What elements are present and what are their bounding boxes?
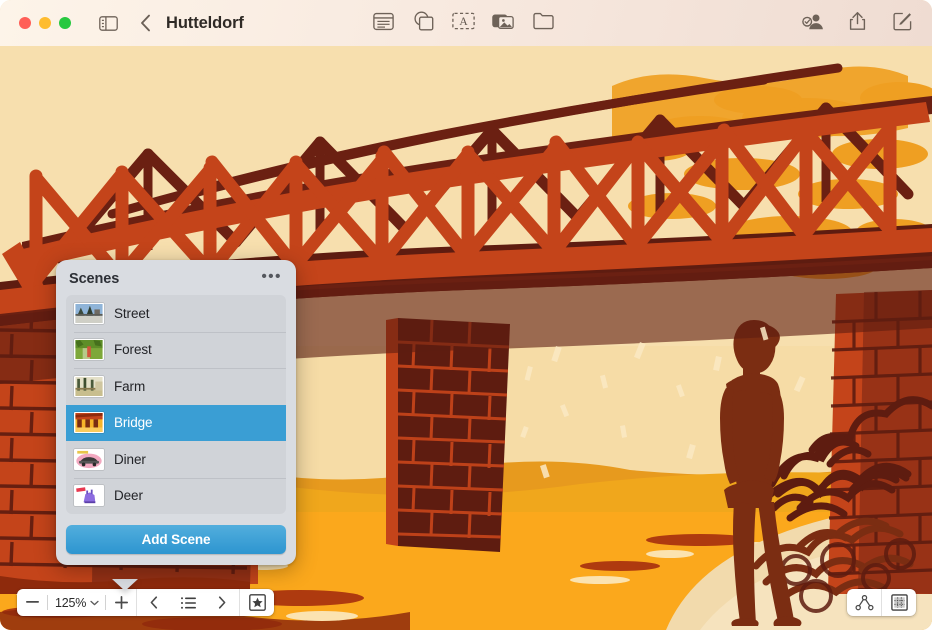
scene-row-diner[interactable]: Diner (66, 441, 286, 478)
zoom-button[interactable] (59, 17, 71, 29)
media-icon[interactable] (490, 8, 516, 34)
close-button[interactable] (19, 17, 31, 29)
bottom-left-toolbar: 125% (17, 589, 274, 616)
scene-label: Deer (114, 488, 143, 503)
collaborate-icon[interactable] (799, 8, 825, 34)
compose-icon[interactable] (889, 8, 915, 34)
more-options-icon[interactable]: ••• (261, 273, 282, 286)
popover-arrow (112, 579, 138, 591)
text-box-icon[interactable] (370, 8, 396, 34)
next-scene-button[interactable] (205, 589, 239, 616)
scene-label: Bridge (114, 415, 152, 430)
minimize-button[interactable] (39, 17, 51, 29)
scenes-list[interactable]: Street Forest Farm Bridge (66, 295, 286, 514)
previous-scene-button[interactable] (137, 589, 171, 616)
scene-row-forest[interactable]: Forest (66, 332, 286, 369)
scene-row-farm[interactable]: Farm (66, 368, 286, 405)
scene-thumbnail-bridge (74, 412, 104, 433)
add-scene-button[interactable]: Add Scene (66, 525, 286, 554)
document-title: Hutteldorf (166, 14, 244, 33)
text-field-icon[interactable]: A (450, 8, 476, 34)
share-icon[interactable] (844, 8, 870, 34)
zoom-value: 125% (48, 596, 90, 610)
scene-thumbnail-farm (74, 376, 104, 397)
star-box-icon[interactable] (240, 589, 274, 616)
sidebar-icon[interactable] (95, 10, 121, 36)
scene-label: Forest (114, 342, 152, 357)
scene-label: Diner (114, 452, 146, 467)
scene-thumbnail-diner (74, 449, 104, 470)
zoom-out-button[interactable] (17, 589, 47, 616)
scene-row-deer[interactable]: Deer (66, 478, 286, 515)
folder-icon[interactable] (530, 8, 556, 34)
zoom-level-menu[interactable]: 125% (48, 589, 105, 616)
list-icon[interactable] (171, 589, 205, 616)
scene-label: Street (114, 306, 149, 321)
scene-row-bridge[interactable]: Bridge (66, 405, 286, 442)
chevron-down-icon (90, 600, 99, 606)
scene-thumbnail-deer (74, 485, 104, 506)
shapes-icon[interactable] (410, 8, 436, 34)
traffic-lights (19, 17, 71, 29)
format-inspector-icon[interactable] (882, 589, 916, 616)
scene-thumbnail-street (74, 303, 104, 324)
bottom-right-toolbar (847, 589, 916, 616)
center-toolbar: A (370, 8, 556, 34)
title-bar: Hutteldorf (0, 0, 932, 46)
svg-text:A: A (459, 16, 468, 28)
scene-row-street[interactable]: Street (66, 295, 286, 332)
right-toolbar (799, 8, 915, 34)
scenes-popover: Scenes ••• Street Forest Farm (56, 260, 296, 565)
popover-title: Scenes (69, 271, 119, 287)
connections-icon[interactable] (847, 589, 881, 616)
popover-header: Scenes ••• (66, 270, 286, 295)
back-chevron-icon[interactable] (132, 10, 158, 36)
scene-thumbnail-forest (74, 339, 104, 360)
scene-label: Farm (114, 379, 145, 394)
app-window: Hutteldorf (0, 0, 932, 630)
zoom-in-button[interactable] (106, 589, 136, 616)
